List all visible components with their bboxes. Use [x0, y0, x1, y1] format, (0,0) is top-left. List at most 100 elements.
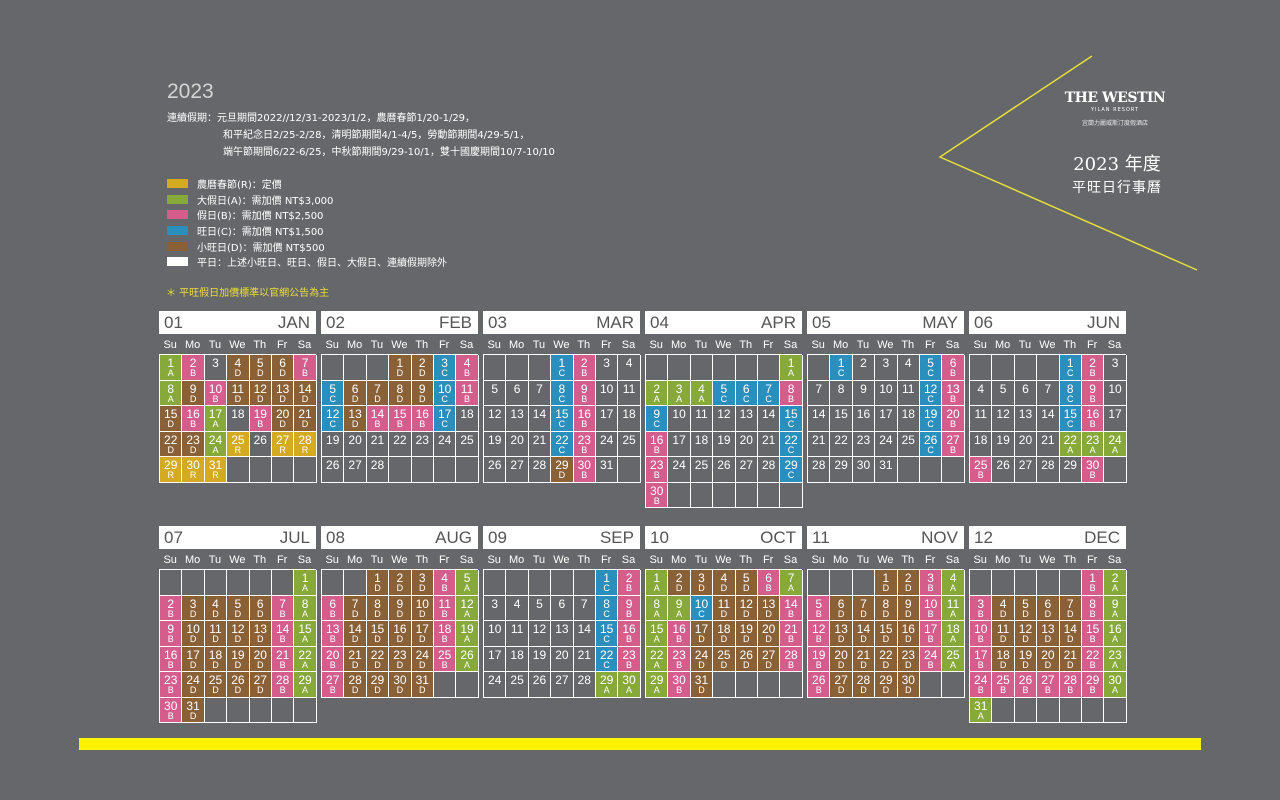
weekday-label: Su — [487, 339, 501, 351]
weekday-label: Su — [163, 554, 177, 566]
day-cell: 21 — [366, 431, 390, 457]
weekday-label: Mo — [508, 554, 525, 566]
day-cell: 6D — [1037, 595, 1060, 621]
rate-code: D — [351, 634, 359, 644]
rate-code: B — [676, 685, 683, 695]
day-number: 25 — [622, 432, 636, 447]
day-cell: 5D — [735, 570, 758, 596]
rate-code: A — [1112, 583, 1119, 593]
weekday-label: Th — [415, 339, 429, 351]
rate-code: B — [1044, 685, 1051, 695]
rate-code: D — [189, 608, 197, 619]
rate-code: B — [329, 685, 336, 695]
day-number: 20 — [739, 432, 753, 447]
month-number: 01 — [164, 313, 183, 332]
day-cell: 13 D — [1037, 621, 1060, 647]
day-cell: 5 — [484, 380, 507, 406]
day-cell: 15 D — [160, 406, 183, 432]
rate-code: D — [189, 444, 197, 455]
weekday-label: Su — [487, 554, 501, 566]
rate-code: B — [626, 583, 633, 593]
day-number: 31 — [599, 458, 614, 472]
weekday-header: Su Mo Tu We Th Fr Sa — [645, 552, 802, 569]
rate-code: B — [950, 444, 957, 455]
empty-cell — [735, 355, 758, 381]
day-cell: 15 A — [646, 621, 669, 647]
weekday-label: We — [1039, 339, 1056, 351]
day-cell: 7D — [1059, 595, 1082, 621]
day-cell: 19 D — [735, 621, 758, 647]
day-number: 15 — [834, 407, 848, 421]
yellow-bar — [79, 738, 1201, 750]
rate-code: D — [860, 608, 867, 619]
day-cell: 31 R — [204, 457, 228, 483]
day-cell: 4D — [227, 355, 250, 381]
day-cell: 3 — [484, 595, 507, 621]
rate-code: C — [787, 470, 795, 480]
weekday-label: We — [391, 554, 408, 566]
weekday-header: Su Mo Tu We Th Fr Sa — [645, 337, 802, 354]
rate-code: C — [698, 608, 705, 619]
day-cell: 25 D — [713, 646, 736, 672]
day-cell: 10 — [668, 406, 691, 432]
day-cell: 22 A — [646, 646, 669, 672]
day-cell: 3D — [182, 595, 205, 621]
day-cell: 12 — [992, 406, 1015, 432]
day-cell: 29 D — [551, 457, 574, 483]
day-cell: 22 A — [1059, 431, 1082, 457]
rate-code: B — [788, 659, 795, 670]
day-cell: 1A — [160, 355, 183, 381]
day-number: 27 — [555, 673, 569, 687]
rate-code: A — [1112, 608, 1119, 619]
rate-code: B — [1089, 659, 1096, 670]
day-cell: 14 — [573, 621, 596, 647]
weekday-label: Sa — [945, 554, 960, 566]
empty-cell — [1104, 697, 1127, 723]
day-cell: 28 — [757, 457, 781, 483]
day-cell: 7C — [757, 380, 781, 406]
empty-cell — [344, 355, 367, 381]
day-cell: 14 — [528, 406, 552, 432]
day-number: 12 — [996, 407, 1010, 421]
rate-code: C — [558, 419, 566, 429]
rate-code: A — [1112, 634, 1119, 644]
day-cell: 22 D — [160, 431, 183, 457]
day-number: 3 — [491, 596, 499, 611]
rate-code: B — [1089, 583, 1096, 593]
day-cell: 8C — [595, 595, 619, 621]
day-number: 23 — [856, 432, 871, 447]
day-cell: 10 — [875, 380, 898, 406]
weekday-label: Fr — [762, 339, 774, 351]
rate-code: B — [815, 634, 822, 644]
day-cell: 12 D — [735, 595, 758, 621]
rate-code: B — [212, 393, 219, 404]
day-cell: 20 — [1014, 431, 1038, 457]
day-number: 28 — [761, 458, 776, 472]
rate-code: A — [676, 608, 683, 619]
empty-cell — [1104, 457, 1127, 483]
day-cell: 9B — [573, 380, 596, 406]
empty-cell — [1014, 355, 1038, 381]
day-cell: 13 B — [322, 621, 345, 647]
day-cell: 27 — [506, 457, 529, 483]
rate-code: B — [1089, 608, 1096, 619]
rate-code: D — [189, 710, 197, 721]
empty-cell — [528, 570, 552, 596]
empty-cell — [227, 457, 250, 483]
month-sep: 09 SEP Su Mo Tu We Th Fr Sa 1 C 2 B 3 4 5 6 7 8 C 9 B 10 11 12 13… — [483, 526, 641, 698]
rate-code: D — [396, 685, 404, 695]
day-number: 7 — [580, 596, 588, 611]
month-name: MAY — [922, 313, 958, 332]
day-number: 21 — [532, 432, 547, 447]
month-name: NOV — [921, 528, 958, 547]
day-cell: 21 — [808, 431, 831, 457]
day-number: 28 — [577, 673, 591, 687]
day-number: 28 — [1041, 458, 1055, 472]
month-name: JUN — [1086, 313, 1120, 332]
day-cell: 30 B — [573, 457, 596, 483]
month-nov: 11 NOV Su Mo Tu We Th Fr Sa 1 D 2 D 3 B 4 A 5 B 6 D 7 D 8 D 9 D 10 B… — [807, 526, 965, 698]
weekday-label: Su — [163, 339, 177, 351]
day-number: 7 — [536, 381, 543, 396]
weekday-label: Su — [973, 339, 987, 351]
day-cell: 23 D — [389, 646, 412, 672]
